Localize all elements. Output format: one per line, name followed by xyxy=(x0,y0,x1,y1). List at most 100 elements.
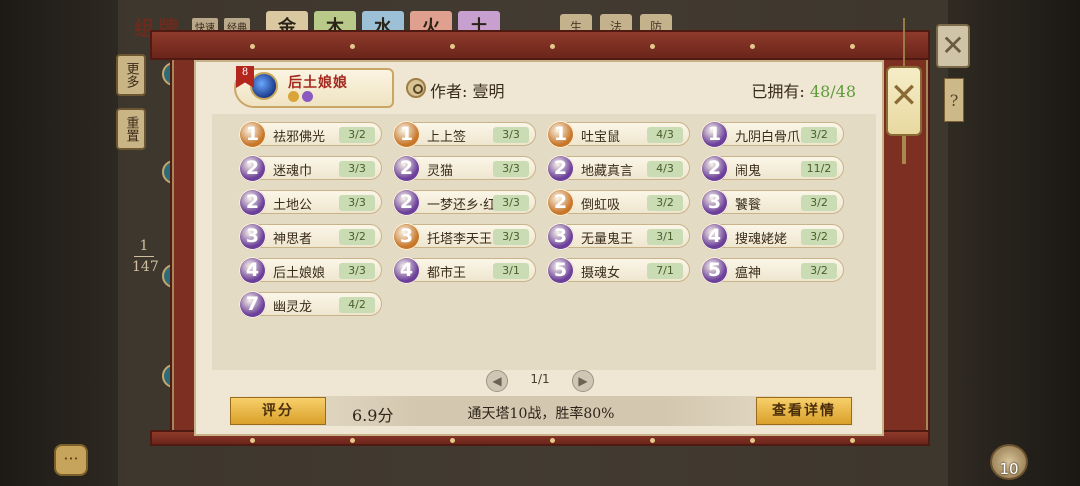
chat-bubble-icon[interactable]: ··· xyxy=(54,444,88,476)
card-count: 11/2 xyxy=(801,161,837,177)
close-icon[interactable]: ✕ xyxy=(888,76,920,116)
author: 作者: 壹明 xyxy=(430,78,505,102)
frame-stud xyxy=(450,438,455,443)
card-cost-badge: 4 xyxy=(393,257,420,284)
card-item[interactable]: 1 祛邪佛光 3/2 xyxy=(239,121,382,148)
card-name: 无量鬼王 xyxy=(581,232,634,247)
card-name: 都市王 xyxy=(427,266,467,281)
card-item[interactable]: 1 上上签 3/3 xyxy=(393,121,536,148)
card-item[interactable]: 3 托塔李天王 3/3 xyxy=(393,223,536,250)
author-label: 作者: xyxy=(430,82,468,101)
card-item[interactable]: 2 灵猫 3/3 xyxy=(393,155,536,182)
card-item[interactable]: 2 迷魂巾 3/3 xyxy=(239,155,382,182)
frame-stud xyxy=(450,44,455,49)
card-cost-badge: 2 xyxy=(701,155,728,182)
card-count: 3/1 xyxy=(647,229,683,245)
card-item[interactable]: 5 瘟神 3/2 xyxy=(701,257,844,284)
frame-stud xyxy=(250,44,255,49)
card-name: 托塔李天王 xyxy=(427,232,493,247)
score: 6.9分 xyxy=(352,406,394,425)
prev-page-icon[interactable]: ◀ xyxy=(486,370,508,392)
card-count: 3/2 xyxy=(801,229,837,245)
card-cost-badge: 3 xyxy=(393,223,420,250)
card-name: 九阴白骨爪 xyxy=(735,130,801,145)
frame-stud xyxy=(650,438,655,443)
help-icon[interactable]: ? xyxy=(944,78,964,122)
card-count: 3/2 xyxy=(801,195,837,211)
card-cost-badge: 2 xyxy=(239,155,266,182)
frame-stud xyxy=(650,44,655,49)
card-count: 3/2 xyxy=(647,195,683,211)
frame-stud xyxy=(550,438,555,443)
next-page-icon[interactable]: ▶ xyxy=(572,370,594,392)
card-count: 3/1 xyxy=(493,263,529,279)
page-current: 1 xyxy=(139,238,149,254)
card-cost-badge: 3 xyxy=(239,223,266,250)
card-cost-badge: 3 xyxy=(701,189,728,216)
frame-stud xyxy=(850,44,855,49)
card-item[interactable]: 2 闹鬼 11/2 xyxy=(701,155,844,182)
card-name: 闹鬼 xyxy=(735,164,762,179)
frame-stud xyxy=(850,438,855,443)
more-button[interactable]: 更多 xyxy=(116,54,146,96)
page-total: 147 xyxy=(132,259,159,275)
card-item[interactable]: 4 后土娘娘 3/3 xyxy=(239,257,382,284)
card-name: 搜魂姥姥 xyxy=(735,232,788,247)
card-item[interactable]: 2 倒虹吸 3/2 xyxy=(547,189,690,216)
card-item[interactable]: 3 神思者 3/2 xyxy=(239,223,382,250)
card-item[interactable]: 7 幽灵龙 4/2 xyxy=(239,291,382,318)
outer-close-icon[interactable]: ✕ xyxy=(936,24,970,68)
reset-button[interactable]: 重置 xyxy=(116,108,146,150)
card-name: 迷魂巾 xyxy=(273,164,313,179)
view-details-button[interactable]: 查看详情 xyxy=(756,397,852,425)
card-item[interactable]: 3 饕餮 3/2 xyxy=(701,189,844,216)
bag-count: 10 xyxy=(999,460,1019,478)
rate-button[interactable]: 评分 xyxy=(230,397,326,425)
owned-value: 48/48 xyxy=(809,82,856,101)
card-name: 上上签 xyxy=(427,130,467,145)
card-count: 3/3 xyxy=(493,127,529,143)
card-name: 吐宝鼠 xyxy=(581,130,621,145)
card-cost-badge: 2 xyxy=(393,189,420,216)
card-count: 3/3 xyxy=(339,161,375,177)
card-name: 饕餮 xyxy=(735,198,762,213)
card-item[interactable]: 5 摄魂女 7/1 xyxy=(547,257,690,284)
card-count: 3/2 xyxy=(339,127,375,143)
card-cost-badge: 2 xyxy=(547,189,574,216)
card-item[interactable]: 4 搜魂姥姥 3/2 xyxy=(701,223,844,250)
card-cost-badge: 5 xyxy=(701,257,728,284)
card-cost-badge: 7 xyxy=(239,291,266,318)
page-count: 1 147 xyxy=(132,238,159,275)
card-cost-badge: 1 xyxy=(547,121,574,148)
magnifier-icon[interactable] xyxy=(406,78,426,98)
spirit-element-icon xyxy=(302,91,313,102)
card-item[interactable]: 3 无量鬼王 3/1 xyxy=(547,223,690,250)
card-item[interactable]: 2 一梦还乡·红 3/3 xyxy=(393,189,536,216)
card-item[interactable]: 2 地藏真言 4/3 xyxy=(547,155,690,182)
card-item[interactable]: 1 九阴白骨爪 3/2 xyxy=(701,121,844,148)
card-cost-badge: 1 xyxy=(701,121,728,148)
card-count: 3/3 xyxy=(493,229,529,245)
card-name: 神思者 xyxy=(273,232,313,247)
lantern-string xyxy=(903,18,905,70)
card-count: 4/3 xyxy=(647,127,683,143)
card-item[interactable]: 4 都市王 3/1 xyxy=(393,257,536,284)
card-count: 4/3 xyxy=(647,161,683,177)
card-name: 祛邪佛光 xyxy=(273,130,326,145)
card-cost-badge: 2 xyxy=(239,189,266,216)
card-item[interactable]: 2 土地公 3/3 xyxy=(239,189,382,216)
card-name: 灵猫 xyxy=(427,164,454,179)
card-cost-badge: 4 xyxy=(701,223,728,250)
frame-stud xyxy=(350,44,355,49)
card-count: 3/2 xyxy=(339,229,375,245)
deck-name: 后土娘娘 xyxy=(288,75,348,91)
card-name: 土地公 xyxy=(273,198,313,213)
card-cost-badge: 5 xyxy=(547,257,574,284)
card-count: 3/3 xyxy=(493,161,529,177)
card-cost-badge: 2 xyxy=(393,155,420,182)
card-item[interactable]: 1 吐宝鼠 4/3 xyxy=(547,121,690,148)
card-cost-badge: 1 xyxy=(393,121,420,148)
dialog-top-bar xyxy=(150,30,930,60)
card-count: 3/3 xyxy=(339,263,375,279)
card-cost-badge: 2 xyxy=(547,155,574,182)
